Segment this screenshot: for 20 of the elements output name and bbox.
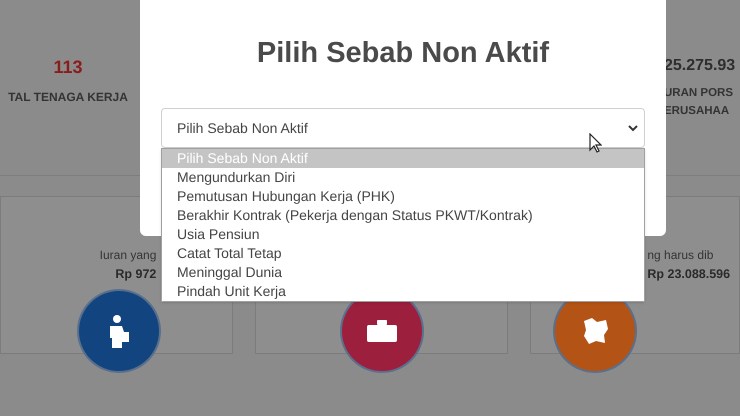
- person-icon: [107, 314, 131, 348]
- dropdown-option[interactable]: Pemutusan Hubungan Kerja (PHK): [162, 187, 644, 206]
- stat-label: TAL TENAGA KERJA: [8, 89, 128, 106]
- stat-value: 113: [53, 58, 83, 76]
- card-amount: Rp 972: [115, 266, 156, 283]
- card-caption: ng harus dib: [647, 247, 714, 263]
- dropdown-option[interactable]: Berakhir Kontrak (Pekerja dengan Status PKWT/Kontrak): [162, 206, 644, 225]
- stat-value: 25.275.93: [664, 58, 736, 74]
- dropdown-option[interactable]: Usia Pensiun: [162, 225, 644, 244]
- dropdown-option[interactable]: Meninggal Dunia: [162, 263, 644, 282]
- dropdown-option[interactable]: Catat Total Tetap: [162, 244, 644, 263]
- dropdown-option[interactable]: Mengundurkan Diri: [162, 168, 644, 187]
- card-amount: Rp 23.088.596: [647, 266, 730, 283]
- briefcase-icon: [366, 320, 397, 342]
- dropdown-option[interactable]: Pindah Unit Kerja: [162, 282, 644, 301]
- stat-label: ERUSAHAA: [664, 104, 730, 119]
- chevron-down-icon: [628, 124, 638, 132]
- modal-title: Pilih Sebab Non Aktif: [256, 36, 550, 71]
- card-caption: Iuran yang: [100, 247, 156, 263]
- reason-select[interactable]: Pilih Sebab Non Aktif: [161, 108, 645, 148]
